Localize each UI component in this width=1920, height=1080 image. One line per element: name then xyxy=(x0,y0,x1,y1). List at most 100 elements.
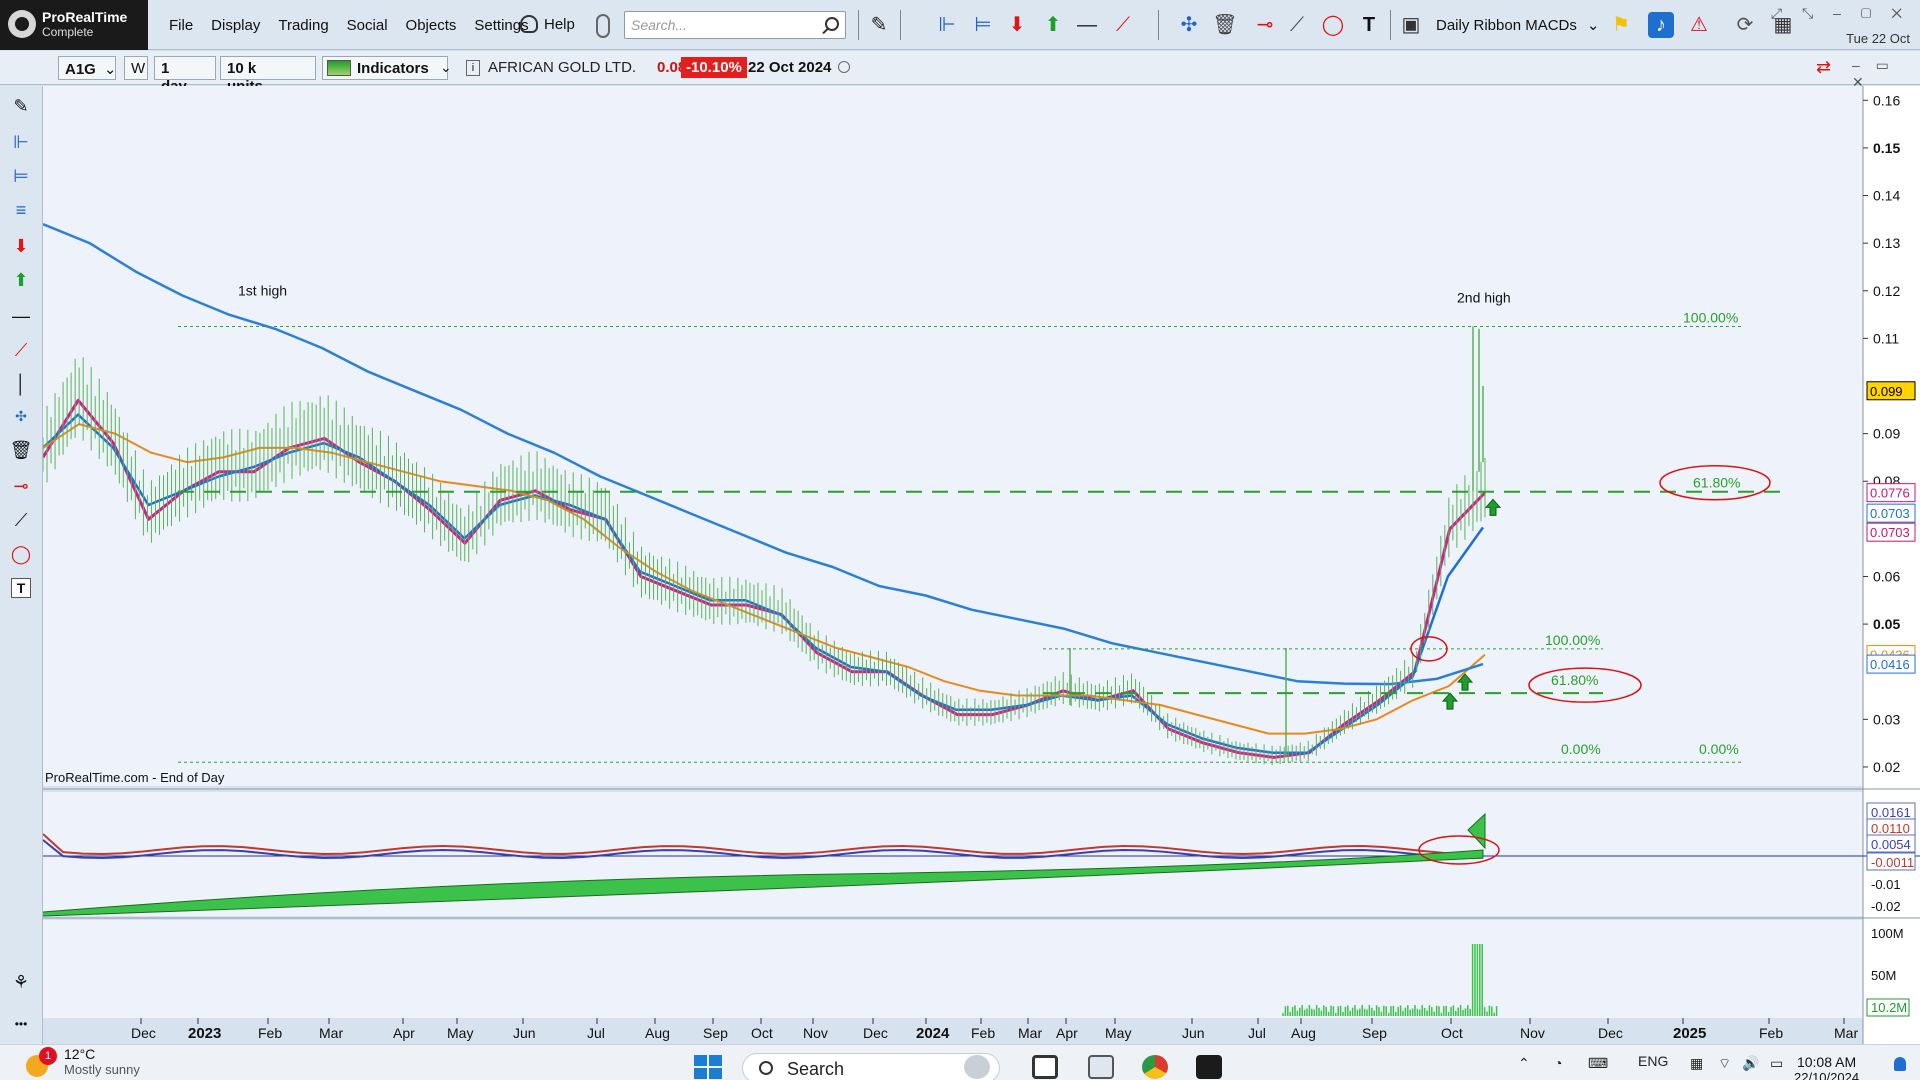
chart-area[interactable]: 0.16 0.15 0.14 0.13 0.12 0.11 0.09 0.08 0.06 0.05… xyxy=(43,86,1920,1044)
language-indicator[interactable]: ENG xyxy=(1638,1053,1668,1069)
pencil-icon[interactable]: ✎ xyxy=(9,94,33,118)
clock[interactable]: 10:08 AM 22/10/2024 xyxy=(1794,1054,1859,1080)
ellipse-tool-icon[interactable]: ◯ xyxy=(1320,12,1346,38)
time-tick-label: 2024 xyxy=(916,1025,950,1042)
indicators-dropdown-icon[interactable]: ⌄ xyxy=(440,59,452,76)
save-icon[interactable]: ▣ xyxy=(1398,12,1424,38)
calculator-tray-icon[interactable]: ▦ xyxy=(1690,1055,1703,1072)
menu-display[interactable]: Display xyxy=(202,17,269,34)
app-name: ProRealTime xyxy=(42,9,128,25)
price-tag-label: 0.0703 xyxy=(1870,506,1910,521)
windows-start-icon[interactable] xyxy=(694,1055,722,1079)
sell-arrow-icon[interactable]: ⬇ xyxy=(1004,12,1030,38)
horizontal-line-icon[interactable]: — xyxy=(1074,12,1100,38)
text-abc-icon[interactable]: ✣ xyxy=(9,404,33,428)
instrument-change: -10.10% xyxy=(681,57,747,78)
buy-arrow-icon[interactable]: ⬆ xyxy=(9,268,33,292)
horizontal-line-icon[interactable]: — xyxy=(9,304,33,328)
more-tools-icon[interactable]: ••• xyxy=(9,1012,33,1036)
ellipse-tool-icon[interactable]: ◯ xyxy=(9,542,33,566)
sync-icon[interactable]: ⇄ xyxy=(1816,57,1831,78)
segment-icon[interactable]: ⊸ xyxy=(1252,12,1278,38)
flag-icon[interactable]: ⚑ xyxy=(1608,12,1634,38)
time-tick-label: Dec xyxy=(1598,1025,1623,1041)
weather-widget[interactable]: 12°C Mostly sunny xyxy=(64,1046,140,1077)
paperclip-icon[interactable] xyxy=(596,14,610,38)
annotation-2nd-high: 2nd high xyxy=(1457,290,1511,306)
info-icon[interactable]: i xyxy=(466,60,480,76)
time-tick-label: Mar xyxy=(1018,1025,1042,1041)
price-tick-label: 0.11 xyxy=(1873,330,1899,346)
task-view-icon[interactable] xyxy=(1032,1055,1058,1079)
notifications-bell-icon[interactable] xyxy=(1894,1057,1906,1071)
vertical-line-icon[interactable]: │ xyxy=(9,372,33,396)
time-tick-label: Jul xyxy=(1248,1025,1266,1041)
instrument-date: 22 Oct 2024 xyxy=(748,59,832,76)
volume-icon[interactable]: 🔊 xyxy=(1742,1055,1759,1072)
help-button[interactable]: Help xyxy=(520,15,575,33)
ruler-icon[interactable]: ⟋ xyxy=(9,508,33,532)
trend-line-icon[interactable]: ⟋ xyxy=(1110,12,1136,38)
buy-arrow-icon[interactable]: ⬆ xyxy=(1040,12,1066,38)
volume-tag-label: 100M xyxy=(1871,926,1904,941)
wifi-icon[interactable]: ⌔ xyxy=(1718,1055,1731,1073)
window-controls[interactable]: ⤢ ⤡ – ▢ ✕ xyxy=(1771,5,1910,22)
time-tick-label: Mar xyxy=(1834,1025,1858,1041)
clock-date: 22/10/2024 xyxy=(1794,1070,1860,1080)
segment-icon[interactable]: ⊸ xyxy=(9,474,33,498)
time-tick-label: Oct xyxy=(751,1025,773,1041)
chart-type-button[interactable]: W xyxy=(124,56,148,80)
chrome-icon[interactable] xyxy=(1142,1055,1168,1079)
time-tick-label: Dec xyxy=(863,1025,888,1041)
taskbar-search-label: Search xyxy=(787,1059,845,1079)
trend-line-icon[interactable]: ⟋ xyxy=(9,338,33,362)
keyboard-icon[interactable]: ⌨ xyxy=(1588,1055,1608,1072)
fibonacci-icon[interactable]: ⊩ xyxy=(934,12,960,38)
snipping-tool-icon[interactable] xyxy=(1088,1055,1114,1079)
fibonacci-fan-icon[interactable]: ⊨ xyxy=(970,12,996,38)
text-tool-icon[interactable]: T xyxy=(11,578,31,598)
refresh-icon[interactable]: ⟳ xyxy=(1732,12,1758,38)
menu-social[interactable]: Social xyxy=(338,17,397,34)
toolbar-separator xyxy=(900,10,901,40)
price-tick-label: 0.14 xyxy=(1873,188,1900,204)
period-selector[interactable]: 1 day xyxy=(154,56,216,95)
sell-arrow-icon[interactable]: ⬇ xyxy=(9,234,33,258)
taskbar-search[interactable]: Search xyxy=(742,1053,1000,1080)
fibonacci-retracement-icon[interactable]: ≡ xyxy=(9,198,33,222)
status-dot-icon xyxy=(838,61,850,73)
fibonacci-fan-icon[interactable]: ⊨ xyxy=(9,164,33,188)
menu-trading[interactable]: Trading xyxy=(269,17,337,34)
text-tool-icon[interactable]: T xyxy=(1356,12,1382,38)
battery-icon[interactable]: ▭ xyxy=(1770,1055,1783,1072)
menu-objects[interactable]: Objects xyxy=(397,17,466,34)
app-tray-icon[interactable]: ◔ xyxy=(1554,1055,1562,1071)
fib-large-618-label: 61.80% xyxy=(1693,475,1740,491)
search-box[interactable]: Search... xyxy=(624,11,846,39)
fibonacci-icon[interactable]: ⊩ xyxy=(9,130,33,154)
pencil-icon[interactable]: ✎ xyxy=(866,12,892,38)
app-edition: Complete xyxy=(42,25,94,39)
search-icon[interactable] xyxy=(825,17,839,31)
speaker-icon[interactable]: ♪ xyxy=(1648,12,1674,38)
indicators-button[interactable]: Indicators xyxy=(322,56,448,80)
object-list-icon[interactable]: ⚘ xyxy=(9,970,33,994)
trash-icon[interactable]: 🗑 xyxy=(9,438,33,462)
volume-panel-bg xyxy=(43,920,1863,1018)
show-hidden-icons-icon[interactable]: ⌃ xyxy=(1518,1055,1530,1072)
text-abc-icon[interactable]: ✣ xyxy=(1176,12,1202,38)
price-chart[interactable]: 0.160.150.140.130.120.110.090.080.060.05… xyxy=(43,86,1920,1044)
price-tick-label: 0.05 xyxy=(1873,616,1900,632)
menu-file[interactable]: File xyxy=(160,17,202,34)
time-tick-label: Apr xyxy=(393,1025,415,1041)
prorealtime-taskbar-icon[interactable] xyxy=(1196,1055,1222,1079)
ruler-icon[interactable]: ⟋ xyxy=(1284,12,1310,38)
cat-app-icon[interactable] xyxy=(964,1055,990,1079)
ribbon-dropdown[interactable]: Daily Ribbon MACDs xyxy=(1436,16,1599,34)
indicators-label: Indicators xyxy=(357,60,429,77)
trash-icon[interactable]: 🗑 xyxy=(1212,12,1238,38)
annotation-1st-high: 1st high xyxy=(238,283,287,299)
alert-icon[interactable]: ⚠ xyxy=(1686,12,1712,38)
units-selector[interactable]: 10 k units xyxy=(220,56,316,95)
ticker-selector[interactable]: A1G xyxy=(58,56,116,80)
